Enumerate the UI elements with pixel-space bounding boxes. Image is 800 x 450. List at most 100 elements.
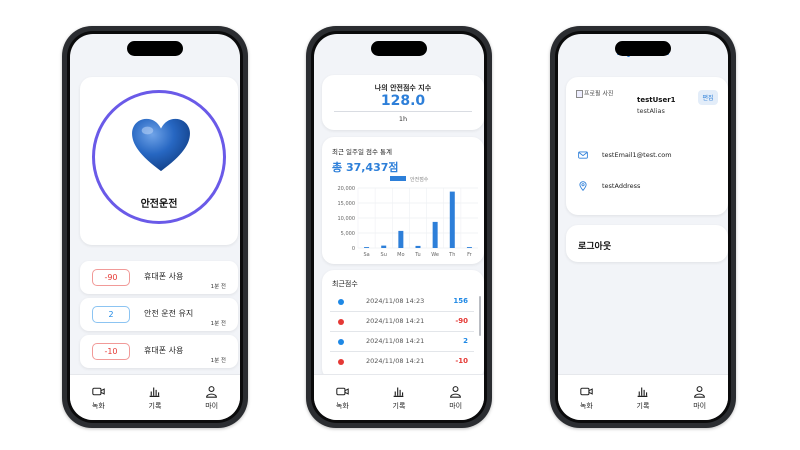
email-text: testEmail1@test.com: [602, 151, 672, 159]
tab-label: 기록: [636, 401, 650, 410]
x-tick-label: Tu: [414, 252, 420, 258]
index-period: 1h: [398, 115, 408, 123]
dynamic-island: [127, 41, 183, 56]
weekly-total: 총 37,437점: [332, 161, 399, 174]
tab-my[interactable]: 마이: [192, 385, 232, 411]
x-tick-label: Mo: [397, 252, 404, 258]
recent-row[interactable]: 2024/11/08 14:21 -90: [330, 314, 474, 332]
y-tick-label: 15,000: [338, 201, 356, 207]
tab-bar: 녹화 기록 마이: [558, 374, 728, 420]
index-title: 나의 안전점수 지수: [374, 84, 432, 92]
recent-row[interactable]: 2024/11/08 14:21 -10: [330, 354, 474, 372]
user-alias: testAlias: [637, 107, 665, 115]
recent-score: -10: [455, 357, 468, 365]
tab-record[interactable]: 녹화: [566, 385, 606, 411]
safe-driving-ring: 안전운전: [92, 90, 226, 224]
status-dot: [338, 339, 344, 345]
bar: [381, 245, 387, 248]
status-dot: [338, 299, 344, 305]
tab-label: 녹화: [91, 401, 105, 410]
person-icon: [206, 385, 218, 398]
recent-date: 2024/11/08 14:21: [366, 317, 425, 325]
home-screen: g 안전운전 -90 휴대폰 사: [70, 34, 240, 420]
tab-my[interactable]: 마이: [436, 385, 476, 411]
person-icon: [450, 385, 462, 398]
divider: [334, 111, 472, 112]
dynamic-island: [615, 41, 671, 56]
safety-index-card: 나의 안전점수 지수 128.0 1h: [322, 75, 484, 130]
recent-score: 2: [463, 337, 468, 345]
edit-button[interactable]: 편집: [698, 90, 718, 105]
score-badge: 2: [92, 306, 130, 323]
phone-profile: MyProfile 프로필 사진 testUser1 testAlias 편집 …: [550, 26, 736, 428]
bar-chart-icon: [394, 386, 404, 397]
y-tick-label: 10,000: [338, 216, 356, 222]
event-time: 1분 전: [210, 358, 226, 364]
event-title: 휴대폰 사용: [144, 272, 184, 281]
x-tick-label: Su: [381, 252, 387, 258]
bar: [364, 247, 370, 248]
tab-my[interactable]: 마이: [680, 385, 720, 411]
score-badge: -10: [92, 343, 130, 360]
tab-label: 녹화: [579, 401, 593, 410]
x-tick-label: Sa: [363, 252, 369, 258]
x-tick-label: Th: [448, 252, 455, 258]
x-tick-label: We: [431, 252, 439, 258]
tab-label: 마이: [693, 401, 707, 410]
video-camera-icon: [336, 387, 349, 395]
recent-date: 2024/11/08 14:21: [366, 357, 425, 365]
recent-date: 2024/11/08 14:23: [366, 297, 425, 305]
recent-score: 156: [453, 297, 468, 305]
bar-chart-icon: [638, 386, 648, 397]
address-text: testAddress: [602, 182, 641, 190]
y-tick-label: 20,000: [338, 186, 356, 192]
status-dot: [338, 359, 344, 365]
tab-label: 기록: [148, 401, 162, 410]
event-row[interactable]: 2 안전 운전 유지 1분 전: [80, 298, 238, 331]
video-camera-icon: [92, 387, 105, 395]
scrollbar[interactable]: [479, 296, 481, 336]
bar: [449, 191, 455, 248]
event-row[interactable]: -90 휴대폰 사용 1분 전: [80, 261, 238, 294]
avatar-alt-text: 프로필 사진: [584, 90, 614, 98]
bar: [466, 247, 472, 248]
bar: [398, 230, 404, 248]
index-value: 128.0: [380, 93, 426, 109]
logout-button[interactable]: 로그아웃: [566, 225, 728, 262]
weekly-title: 최근 일주일 점수 통계: [332, 148, 393, 156]
phone-stats: 나의 안전점수 지수 128.0 1h 최근 일주일 점수 통계 총 37,43…: [306, 26, 492, 428]
dynamic-island: [371, 41, 427, 56]
tab-record[interactable]: 녹화: [78, 385, 118, 411]
safe-driving-card[interactable]: 안전운전: [80, 77, 238, 245]
profile-screen: MyProfile 프로필 사진 testUser1 testAlias 편집 …: [558, 34, 728, 420]
username: testUser1: [637, 96, 676, 104]
tab-label: 마이: [205, 401, 219, 410]
score-badge: -90: [92, 269, 130, 286]
recent-title: 최근점수: [332, 280, 358, 288]
tab-history[interactable]: 기록: [623, 385, 663, 411]
location-pin-icon: [579, 181, 587, 191]
event-title: 안전 운전 유지: [144, 309, 194, 318]
weekly-stats-card: 최근 일주일 점수 통계 총 37,437점 안전점수 20,000 15,000 1…: [322, 137, 484, 264]
legend-label: 안전점수: [410, 176, 429, 183]
tab-history[interactable]: 기록: [379, 385, 419, 411]
status-dot: [338, 319, 344, 325]
y-tick-label: 0: [352, 246, 355, 252]
recent-score: -90: [455, 317, 468, 325]
tab-record[interactable]: 녹화: [322, 385, 362, 411]
recent-row[interactable]: 2024/11/08 14:23 156: [330, 294, 474, 312]
heart-icon: [132, 118, 190, 172]
safe-driving-label: 안전운전: [140, 199, 178, 210]
tab-history[interactable]: 기록: [135, 385, 175, 411]
event-row[interactable]: -10 휴대폰 사용 1분 전: [80, 335, 238, 368]
logout-label: 로그아웃: [578, 242, 612, 252]
tab-label: 기록: [392, 401, 406, 410]
tab-bar: 녹화 기록 마이: [314, 374, 484, 420]
recent-row[interactable]: 2024/11/08 14:21 2: [330, 334, 474, 352]
video-camera-icon: [580, 387, 593, 395]
y-tick-label: 5,000: [341, 231, 355, 237]
tab-label: 마이: [449, 401, 463, 410]
event-time: 1분 전: [210, 321, 226, 327]
tab-bar: 녹화 기록 마이: [70, 374, 240, 420]
avatar: 프로필 사진: [576, 90, 616, 98]
